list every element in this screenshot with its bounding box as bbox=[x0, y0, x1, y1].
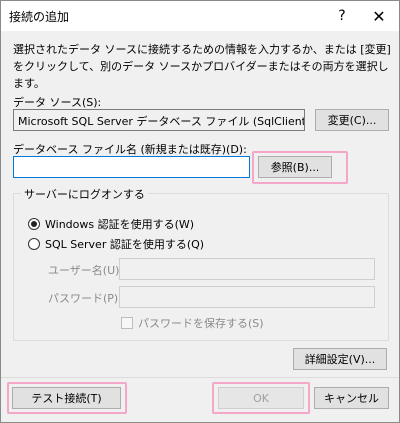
dialog-title: 接続の追加 bbox=[9, 10, 70, 24]
username-label: ユーザー名(U): bbox=[48, 264, 124, 277]
save-password-checkbox[interactable] bbox=[121, 317, 133, 329]
sql-auth-label: SQL Server 認証を使用する(Q) bbox=[45, 238, 205, 251]
close-button[interactable]: ✕ bbox=[363, 1, 395, 31]
save-password-option[interactable]: パスワードを保存する(S) bbox=[121, 315, 264, 331]
change-button[interactable]: 変更(C)... bbox=[315, 109, 389, 131]
windows-auth-radio[interactable] bbox=[28, 218, 40, 230]
username-input[interactable] bbox=[119, 258, 375, 280]
save-password-label: パスワードを保存する(S) bbox=[138, 317, 264, 330]
advanced-button[interactable]: 詳細設定(V)... bbox=[293, 348, 387, 370]
sql-auth-option[interactable]: SQL Server 認証を使用する(Q) bbox=[28, 236, 204, 252]
footer-separator bbox=[1, 377, 399, 378]
database-file-input[interactable] bbox=[13, 156, 250, 178]
sql-auth-radio[interactable] bbox=[28, 238, 40, 250]
cancel-button[interactable]: キャンセル bbox=[314, 387, 389, 409]
data-source-label: データ ソース(S): bbox=[13, 96, 102, 109]
test-connection-button[interactable]: テスト接続(T) bbox=[12, 387, 121, 409]
data-source-field: Microsoft SQL Server データベース ファイル (SqlCli… bbox=[13, 109, 305, 131]
logon-group-title: サーバーにログオンする bbox=[21, 186, 148, 202]
windows-auth-option[interactable]: Windows 認証を使用する(W) bbox=[28, 216, 194, 232]
browse-button[interactable]: 参照(B)... bbox=[258, 156, 332, 178]
password-label: パスワード(P): bbox=[48, 292, 122, 305]
add-connection-dialog: 接続の追加 ? ✕ 選択されたデータ ソースに接続するための情報を入力するか、ま… bbox=[0, 0, 400, 423]
password-input[interactable] bbox=[119, 286, 375, 308]
instructions-text: 選択されたデータ ソースに接続するための情報を入力するか、または [変更] をク… bbox=[13, 43, 391, 90]
ok-button[interactable]: OK bbox=[218, 387, 304, 409]
windows-auth-label: Windows 認証を使用する(W) bbox=[45, 218, 195, 231]
help-button[interactable]: ? bbox=[326, 1, 358, 31]
database-file-label: データベース ファイル名 (新規または既存)(D): bbox=[13, 143, 247, 156]
title-bar: 接続の追加 ? ✕ bbox=[1, 1, 399, 31]
